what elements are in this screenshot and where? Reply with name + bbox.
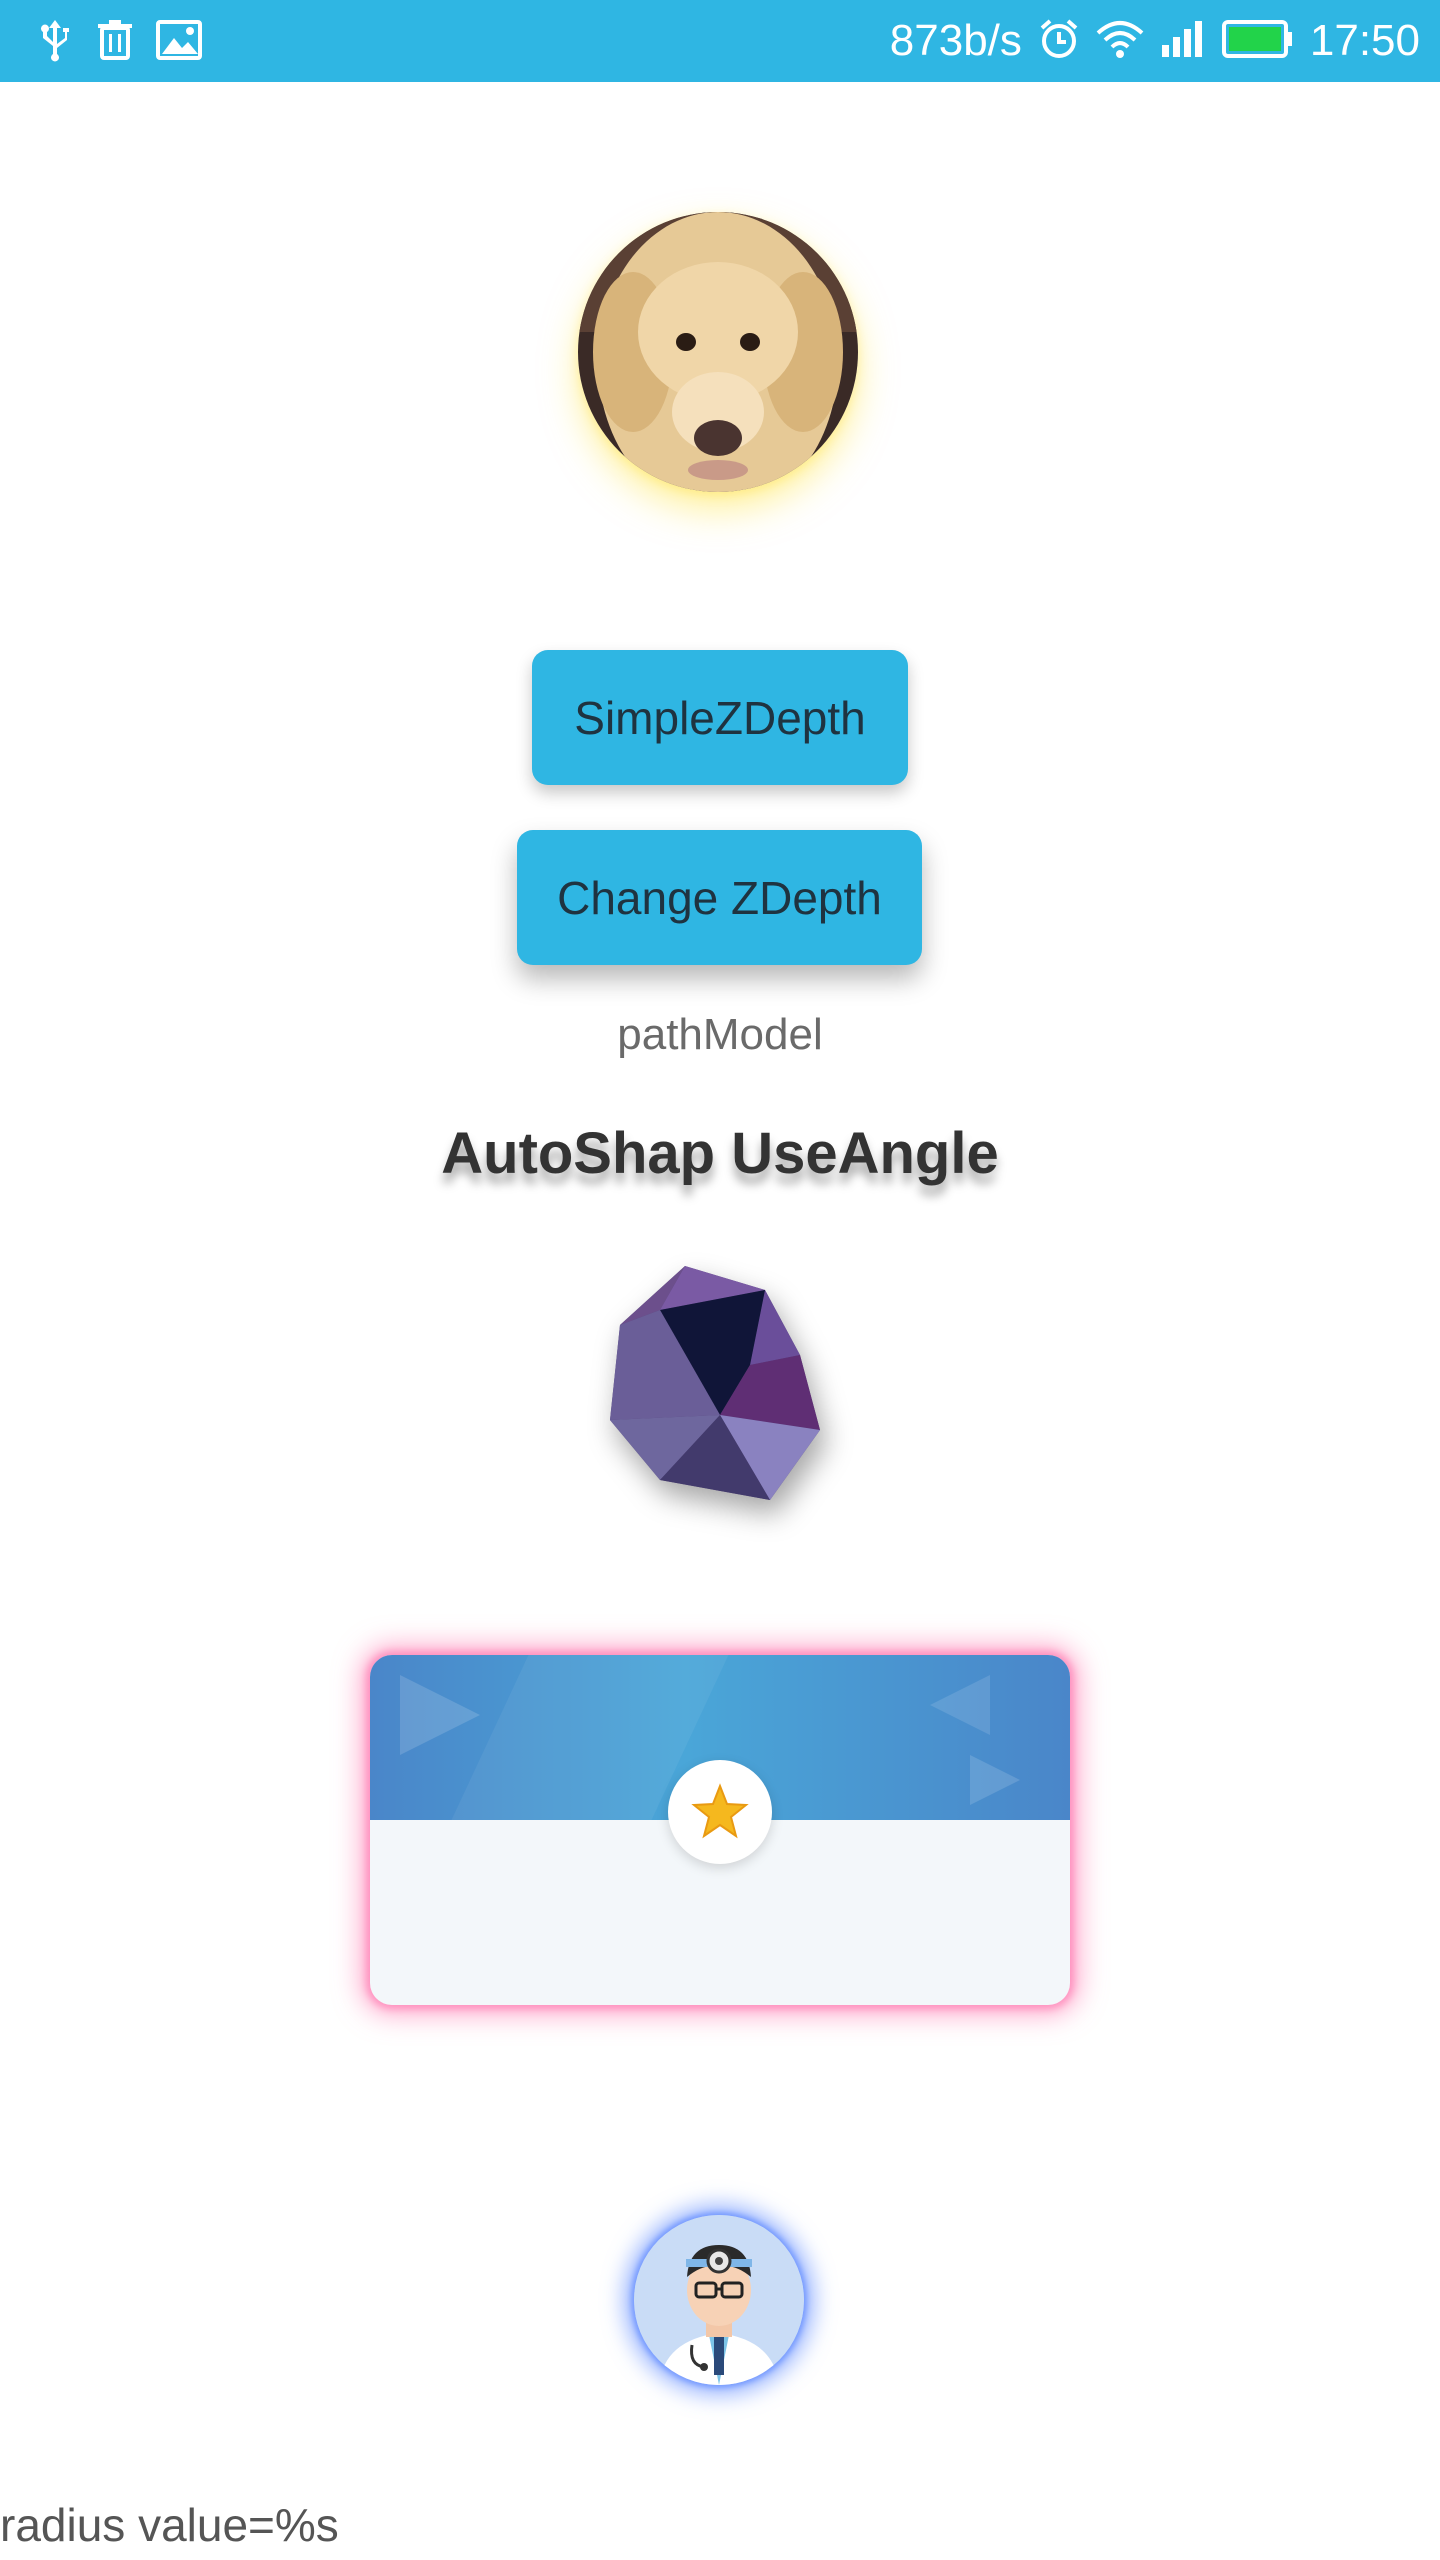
status-left bbox=[36, 18, 202, 67]
gem-icon bbox=[600, 1260, 840, 1510]
trash-icon bbox=[96, 18, 134, 67]
clock-time: 17:50 bbox=[1309, 16, 1420, 65]
status-bar: 873b/s 17:50 bbox=[0, 0, 1440, 82]
battery-icon bbox=[1221, 19, 1294, 63]
net-speed: 873b/s bbox=[889, 16, 1022, 65]
change-zdepth-button[interactable]: Change ZDepth bbox=[517, 830, 922, 965]
alarm-icon bbox=[1038, 18, 1080, 65]
wifi-icon bbox=[1096, 19, 1144, 64]
star-icon bbox=[691, 1783, 749, 1839]
usb-icon bbox=[36, 18, 74, 67]
doctor-avatar bbox=[634, 2215, 804, 2385]
signal-icon bbox=[1160, 19, 1206, 64]
glow-card bbox=[370, 1655, 1070, 2005]
star-badge bbox=[668, 1760, 772, 1864]
radius-value-label: radius value=%s bbox=[0, 2499, 339, 2551]
autoshape-title: AutoShap UseAngle bbox=[441, 1121, 999, 1186]
image-icon bbox=[156, 20, 202, 65]
simple-zdepth-button[interactable]: SimpleZDepth bbox=[532, 650, 908, 785]
path-model-label: pathModel bbox=[617, 1010, 823, 1059]
status-right: 873b/s 17:50 bbox=[890, 0, 1420, 82]
dog-avatar bbox=[578, 212, 858, 492]
